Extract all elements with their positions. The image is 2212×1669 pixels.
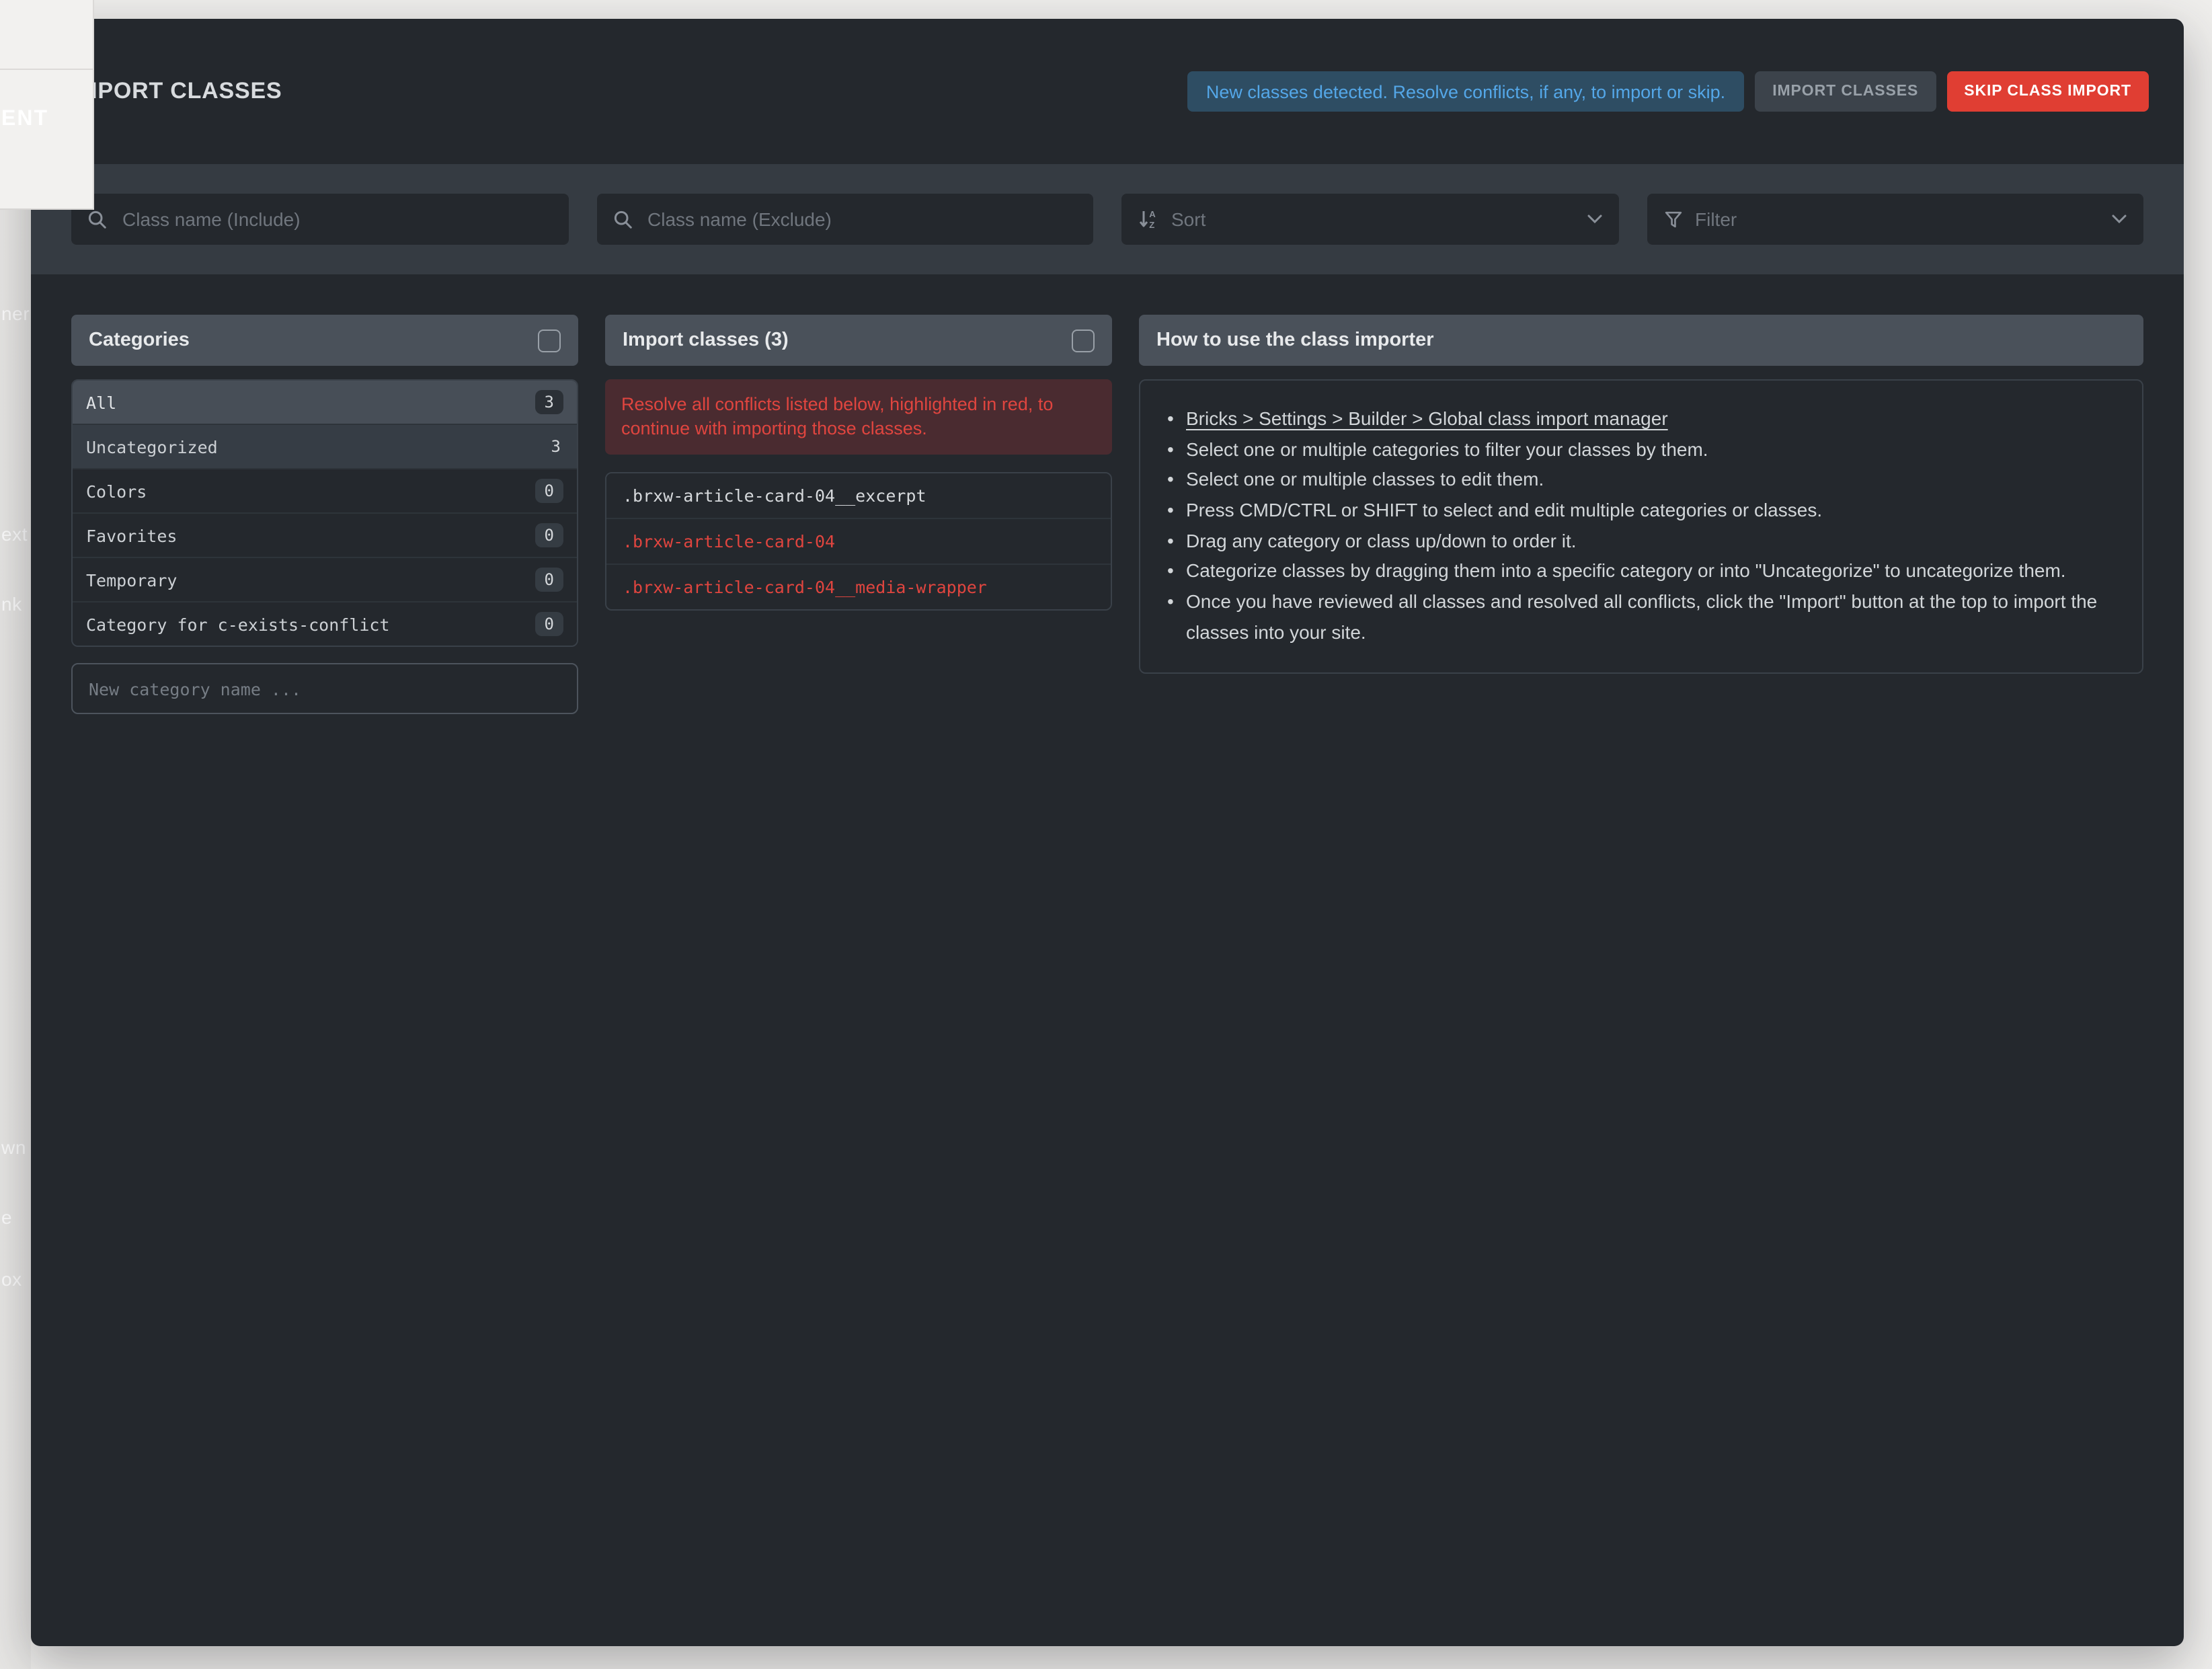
category-row[interactable]: Colors 0 <box>73 469 577 514</box>
categories-header-label: Categories <box>89 329 190 351</box>
category-row[interactable]: All 3 <box>73 381 577 425</box>
category-count-badge: 0 <box>535 479 563 503</box>
class-name-exclude-input[interactable] <box>645 207 1077 231</box>
category-count-badge: 0 <box>535 568 563 592</box>
background-text-fragment: e <box>1 1206 12 1228</box>
import-class-name: .brxw-article-card-04 <box>623 531 835 551</box>
page-title: IMPORT CLASSES <box>71 78 282 105</box>
category-count-badge: 0 <box>535 612 563 636</box>
header-actions: New classes detected. Resolve conflicts,… <box>1187 71 2149 112</box>
category-label: Category for c-exists-conflict <box>86 614 390 634</box>
category-label: All <box>86 392 116 412</box>
howto-item: Drag any category or class up/down to or… <box>1164 525 2118 555</box>
filter-bar: AZ Sort Filter <box>31 164 2184 274</box>
chevron-down-icon <box>2111 214 2127 225</box>
import-class-row[interactable]: .brxw-article-card-04 <box>606 519 1111 565</box>
category-count-badge: 3 <box>535 390 563 414</box>
category-row[interactable]: Favorites 0 <box>73 514 577 558</box>
howto-item-text: Select one or multiple classes to edit t… <box>1186 469 1544 490</box>
screen: ner ext nk wn e ox ENT IMPORT CLASSES New cla… <box>0 0 2212 1669</box>
background-text-fragment: ext <box>1 523 28 545</box>
filter-select[interactable]: Filter <box>1647 194 2143 245</box>
class-exclude-field <box>596 194 1093 245</box>
howto-item-text: Press CMD/CTRL or SHIFT to select and ed… <box>1186 499 1822 520</box>
howto-item: Once you have reviewed all classes and r… <box>1164 586 2118 648</box>
background-text-fragment: nk <box>1 593 22 615</box>
sort-az-icon: AZ <box>1138 208 1159 230</box>
conflict-warning: Resolve all conflicts listed below, high… <box>605 379 1112 455</box>
category-row[interactable]: Category for c-exists-conflict 0 <box>73 603 577 646</box>
howto-item: Select one or multiple categories to fil… <box>1164 434 2118 464</box>
howto-header-label: How to use the class importer <box>1156 329 1434 351</box>
import-classes-panel: Import classes (3) Resolve all conflicts… <box>605 315 1112 714</box>
background-text-fragment: ner <box>1 303 30 324</box>
category-label: Temporary <box>86 570 177 590</box>
howto-item: Press CMD/CTRL or SHIFT to select and ed… <box>1164 495 2118 525</box>
background-text-fragment: ENT <box>1 108 48 132</box>
import-class-row[interactable]: .brxw-article-card-04__media-wrapper <box>606 565 1111 609</box>
funnel-icon <box>1663 209 1683 229</box>
categories-header: Categories <box>71 315 578 366</box>
howto-item-text: Select one or multiple categories to fil… <box>1186 438 1708 459</box>
howto-panel: How to use the class importer Bricks > S… <box>1139 315 2143 714</box>
search-icon <box>87 209 108 229</box>
import-class-list: .brxw-article-card-04__excerpt .brxw-art… <box>605 472 1112 611</box>
howto-item: Bricks > Settings > Builder > Global cla… <box>1164 403 2118 434</box>
howto-settings-path-link[interactable]: Bricks > Settings > Builder > Global cla… <box>1186 407 1668 429</box>
skip-class-import-button[interactable]: SKIP CLASS IMPORT <box>1946 71 2149 112</box>
corner-panel-divider <box>0 69 93 70</box>
chevron-down-icon <box>1586 214 1602 225</box>
filter-select-label: Filter <box>1695 208 1737 230</box>
category-label: Colors <box>86 481 147 501</box>
import-class-row[interactable]: .brxw-article-card-04__excerpt <box>606 473 1111 519</box>
howto-item: Select one or multiple classes to edit t… <box>1164 465 2118 495</box>
sort-select[interactable]: AZ Sort <box>1121 194 1618 245</box>
class-name-include-input[interactable] <box>120 207 552 231</box>
howto-item-text: Drag any category or class up/down to or… <box>1186 529 1577 551</box>
import-classes-header: Import classes (3) <box>605 315 1112 366</box>
howto-content-box: Bricks > Settings > Builder > Global cla… <box>1139 379 2143 674</box>
sort-select-label: Sort <box>1171 208 1206 230</box>
svg-text:Z: Z <box>1149 220 1154 230</box>
categories-select-all-checkbox[interactable] <box>538 329 561 352</box>
import-select-all-checkbox[interactable] <box>1072 329 1095 352</box>
category-row[interactable]: Temporary 0 <box>73 558 577 603</box>
background-left-strip: ner ext nk wn e ox <box>0 0 31 1669</box>
background-corner-panel: ENT <box>0 0 94 210</box>
category-row[interactable]: Uncategorized 3 <box>73 425 577 469</box>
categories-panel: Categories All 3 Uncategorized 3 Colors … <box>71 315 578 714</box>
import-class-name: .brxw-article-card-04__excerpt <box>623 486 926 506</box>
howto-item: Categorize classes by dragging them into… <box>1164 556 2118 586</box>
import-classes-modal: IMPORT CLASSES New classes detected. Res… <box>31 19 2184 1646</box>
howto-list: Bricks > Settings > Builder > Global cla… <box>1164 403 2118 648</box>
category-label: Uncategorized <box>86 436 218 457</box>
search-icon <box>613 209 633 229</box>
modal-content: Categories All 3 Uncategorized 3 Colors … <box>31 274 2184 1646</box>
howto-item-text: Once you have reviewed all classes and r… <box>1186 590 2097 642</box>
svg-text:A: A <box>1149 209 1156 219</box>
class-include-field <box>71 194 568 245</box>
import-class-name: .brxw-article-card-04__media-wrapper <box>623 577 987 597</box>
import-classes-header-label: Import classes (3) <box>623 329 789 351</box>
category-count-badge: 3 <box>542 434 563 459</box>
modal-header: IMPORT CLASSES New classes detected. Res… <box>31 19 2184 164</box>
howto-header: How to use the class importer <box>1139 315 2143 366</box>
import-classes-button[interactable]: IMPORT CLASSES <box>1755 71 1936 112</box>
background-text-fragment: ox <box>1 1268 22 1290</box>
howto-item-text: Categorize classes by dragging them into… <box>1186 560 2066 582</box>
category-label: Favorites <box>86 525 177 545</box>
category-count-badge: 0 <box>535 523 563 547</box>
new-category-input[interactable] <box>71 663 578 714</box>
background-text-fragment: wn <box>1 1136 26 1158</box>
categories-list: All 3 Uncategorized 3 Colors 0 Favorites… <box>71 379 578 647</box>
info-banner: New classes detected. Resolve conflicts,… <box>1187 71 1744 112</box>
